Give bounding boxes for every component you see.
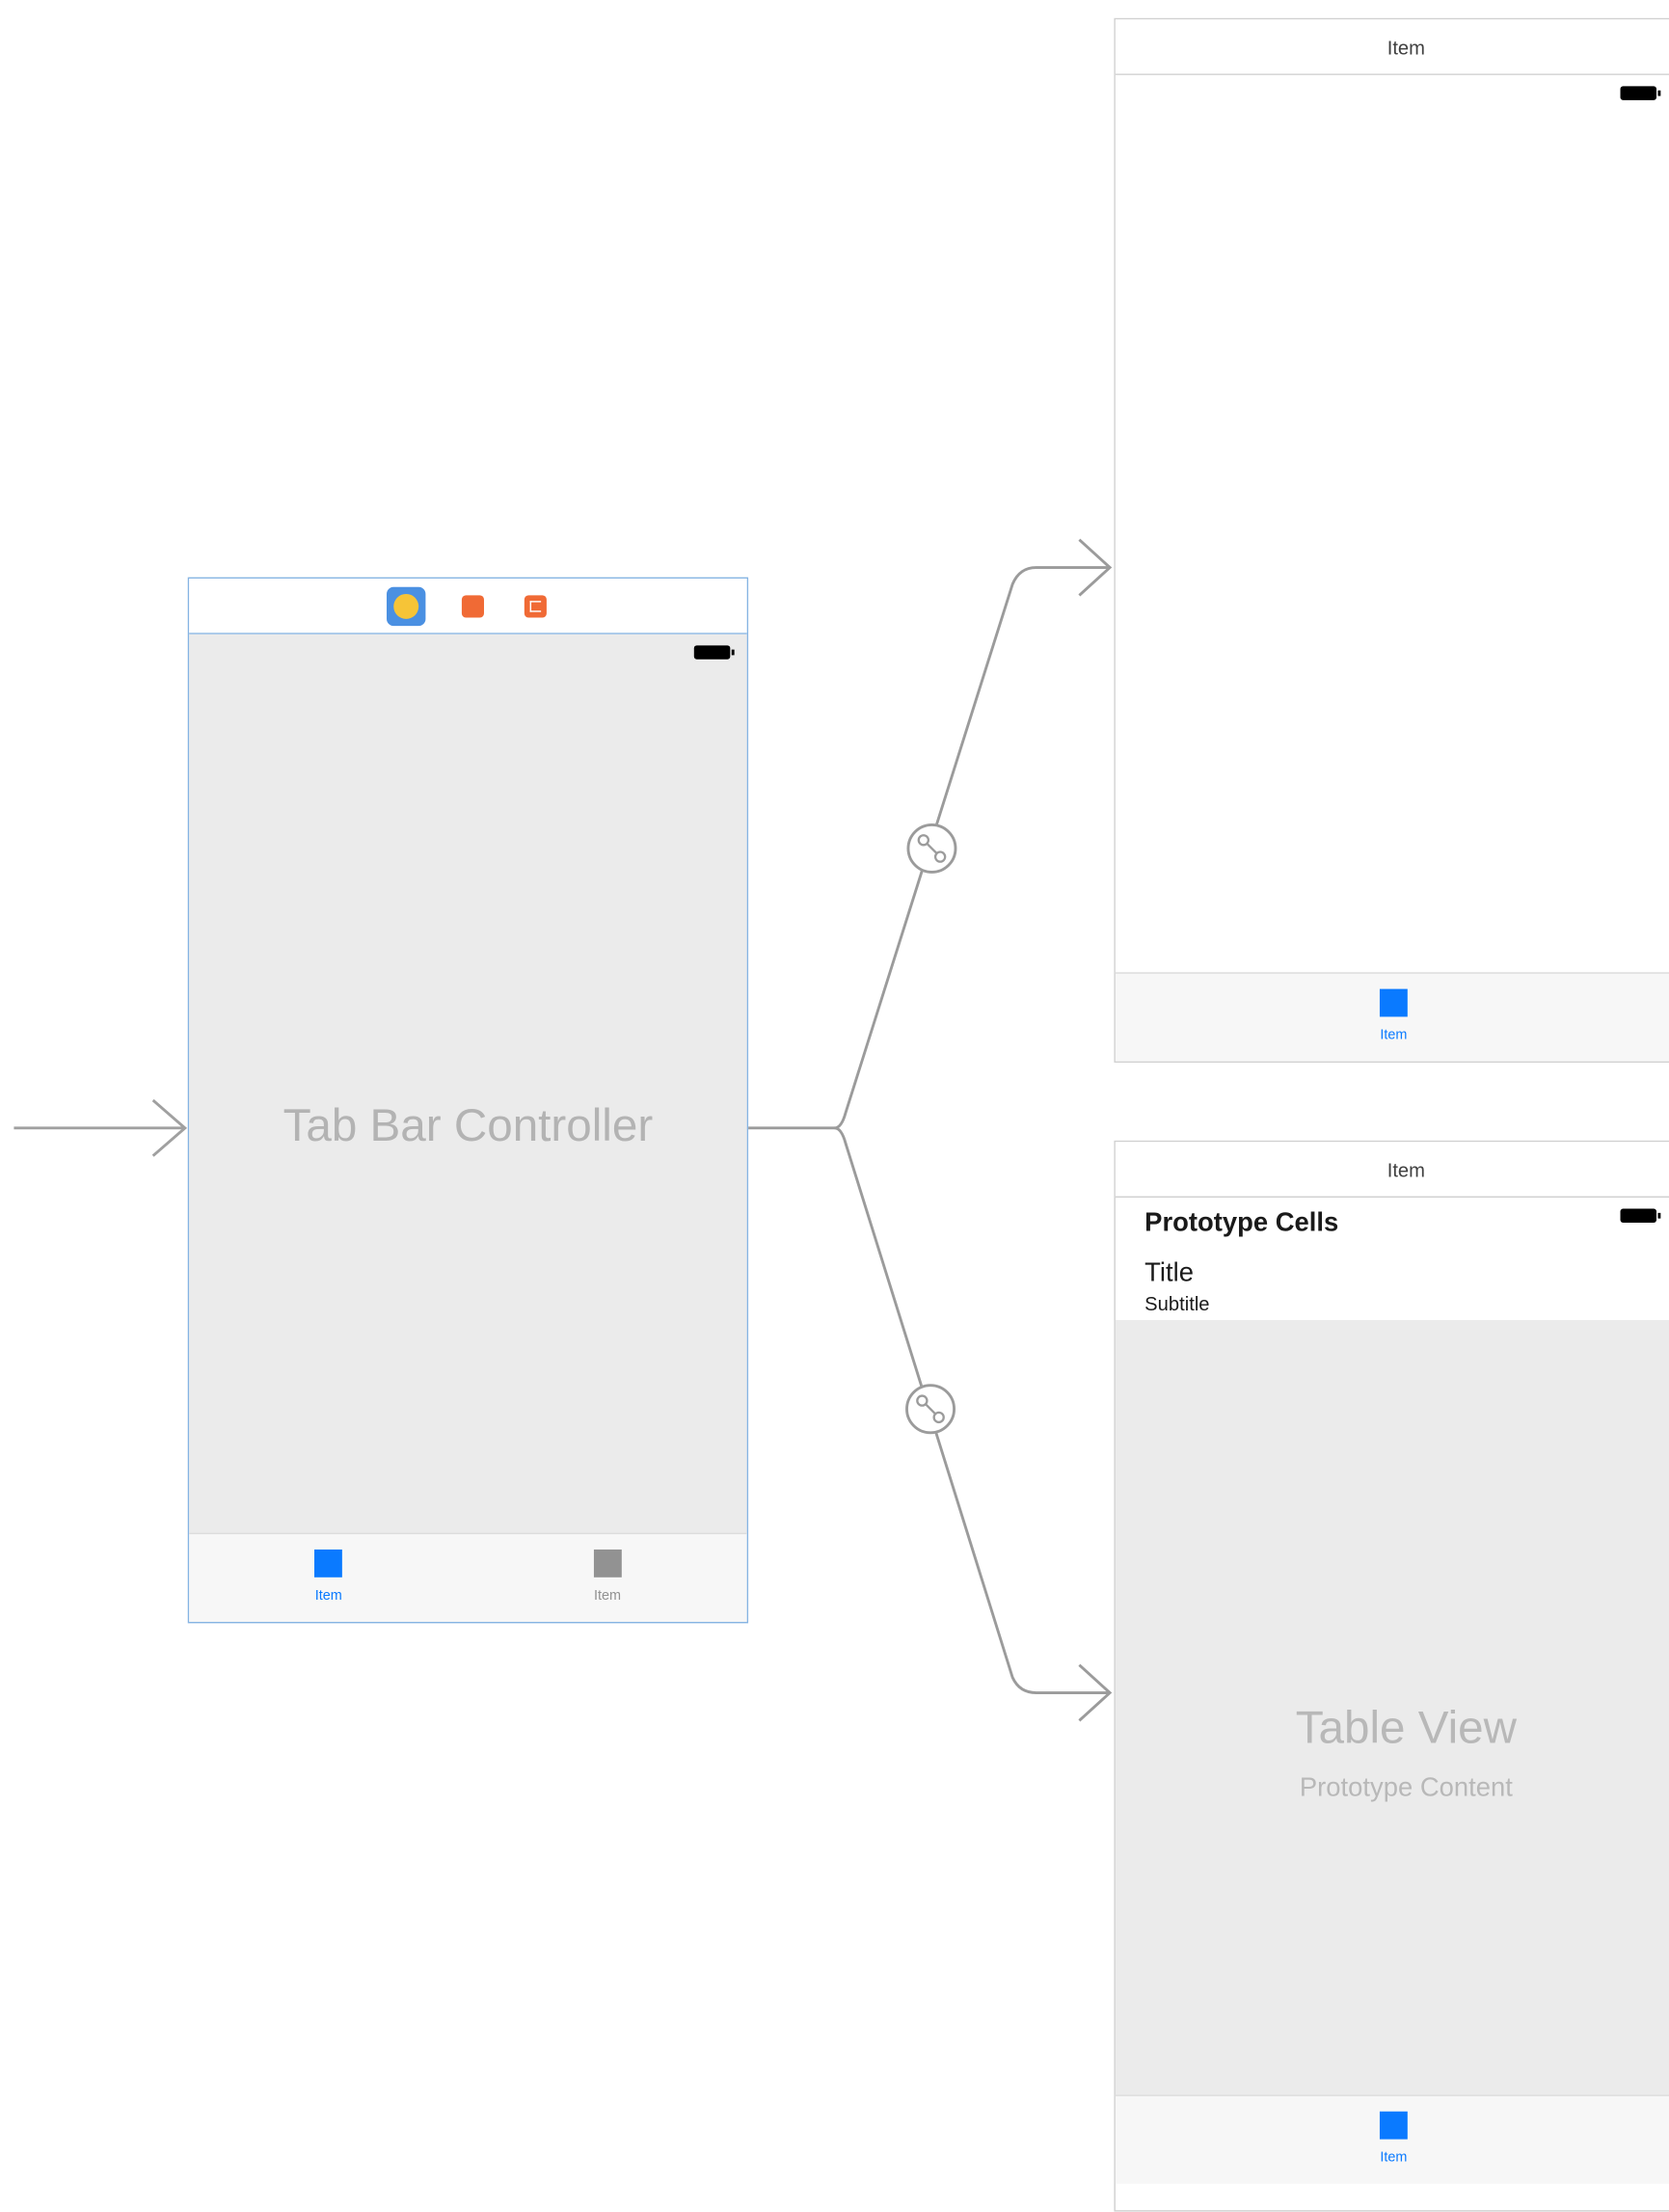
- battery-icon: [1620, 1208, 1661, 1223]
- cell-title: Title: [1144, 1258, 1194, 1288]
- prototype-content-label: Prototype Content: [1299, 1773, 1513, 1803]
- scene-header: Item: [1115, 19, 1669, 75]
- tab-bar[interactable]: Item Item: [189, 1532, 747, 1622]
- battery-icon: [1620, 86, 1661, 100]
- exit-icon[interactable]: [521, 591, 550, 620]
- tab-item[interactable]: Item: [1116, 2096, 1669, 2184]
- table-view[interactable]: Table View Prototype Content: [1115, 1319, 1669, 2096]
- scene-header: Item: [1115, 1142, 1669, 1198]
- tab-item-label: Item: [593, 1588, 622, 1605]
- tab-bar[interactable]: Item: [1115, 972, 1669, 1062]
- prototype-cells-header: Prototype Cells: [1144, 1208, 1339, 1238]
- battery-icon: [693, 645, 735, 660]
- view-controller-icon[interactable]: [386, 586, 425, 626]
- cell-subtitle: Subtitle: [1144, 1292, 1210, 1315]
- scene-title: Item: [1386, 35, 1425, 58]
- tab-bar[interactable]: Item: [1115, 2094, 1669, 2184]
- scene-title: Item: [1386, 1157, 1425, 1180]
- prototype-cell[interactable]: Title Subtitle: [1116, 1251, 1669, 1320]
- tab-item-icon: [314, 1549, 343, 1578]
- relationship-segue-badge-top[interactable]: [906, 823, 957, 874]
- table-view-label: Table View: [1295, 1701, 1518, 1753]
- tab-item-label: Item: [314, 1588, 342, 1605]
- tab-item-label: Item: [1380, 2150, 1408, 2166]
- storyboard-canvas: Tab Bar Controller Item Item Item Item I…: [0, 0, 1669, 2212]
- tab-item-2[interactable]: Item: [468, 1534, 746, 1622]
- tab-item[interactable]: Item: [1116, 974, 1669, 1062]
- segue-line-bottom[interactable]: [834, 1126, 1111, 1694]
- tab-item-icon: [1379, 988, 1408, 1017]
- tab-item-label: Item: [1380, 1028, 1408, 1043]
- tab-item-1[interactable]: Item: [189, 1534, 468, 1622]
- tab-bar-controller-view[interactable]: Tab Bar Controller: [189, 634, 747, 1535]
- view-controller-view[interactable]: [1115, 74, 1669, 974]
- relationship-segue-badge-bottom[interactable]: [905, 1384, 956, 1435]
- first-responder-icon[interactable]: [458, 591, 487, 620]
- table-view-controller-scene[interactable]: Item Prototype Cells Title Subtitle Tabl…: [1114, 1140, 1669, 2212]
- scene-dock: [189, 579, 747, 634]
- tab-bar-controller-scene[interactable]: Tab Bar Controller Item Item: [187, 577, 749, 1624]
- tab-item-icon: [1379, 2111, 1408, 2140]
- tab-bar-controller-label: Tab Bar Controller: [283, 1098, 654, 1150]
- view-controller-scene[interactable]: Item Item: [1114, 17, 1669, 1064]
- tab-item-icon: [593, 1549, 622, 1578]
